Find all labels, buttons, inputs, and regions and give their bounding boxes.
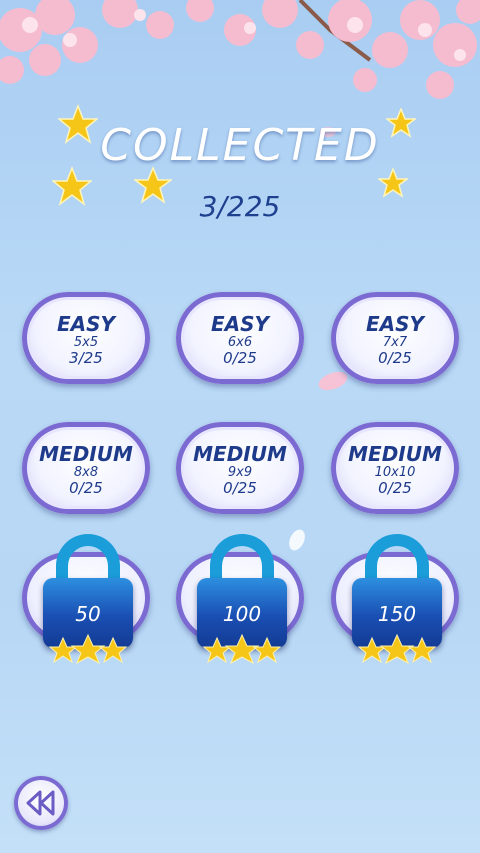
- level-progress: 0/25: [223, 479, 257, 497]
- back-button[interactable]: [14, 776, 68, 830]
- stars-collected-count: 3/225: [199, 190, 281, 223]
- level-grid-size: 5x5: [73, 335, 99, 350]
- back-arrow-icon: [26, 790, 55, 816]
- level-difficulty: EASY: [56, 312, 116, 336]
- level-difficulty: MEDIUM: [348, 442, 442, 466]
- three-stars-icon: [202, 634, 282, 664]
- level-easy-7x7-button[interactable]: EASY 7x7 0/25: [331, 292, 459, 384]
- cherry-blossom-decoration: [0, 0, 480, 99]
- level-easy-6x6-button[interactable]: EASY 6x6 0/25: [176, 292, 304, 384]
- level-grid-size: 9x9: [227, 465, 253, 480]
- three-stars-icon: [48, 634, 128, 664]
- petal-decoration: [289, 529, 305, 551]
- level-difficulty: MEDIUM: [39, 442, 133, 466]
- level-progress: 0/25: [69, 479, 103, 497]
- level-medium-10x10-button[interactable]: MEDIUM 10x10 0/25: [331, 422, 459, 514]
- level-easy-5x5-button[interactable]: EASY 5x5 3/25: [22, 292, 150, 384]
- level-difficulty: MEDIUM: [193, 442, 287, 466]
- level-progress: 0/25: [223, 349, 257, 367]
- level-grid-size: 7x7: [382, 335, 408, 350]
- level-grid-size: 6x6: [227, 335, 253, 350]
- level-grid-size: 10x10: [374, 465, 416, 480]
- padlock-icon: 50: [43, 534, 133, 664]
- level-difficulty: EASY: [210, 312, 270, 336]
- required-stars-label: 150: [377, 602, 417, 626]
- three-stars-icon: [357, 634, 437, 664]
- padlock-icon: 150: [352, 534, 442, 664]
- level-medium-8x8-button[interactable]: MEDIUM 8x8 0/25: [22, 422, 150, 514]
- required-stars-label: 100: [222, 602, 262, 626]
- level-progress: 3/25: [69, 349, 103, 367]
- level-difficulty: EASY: [365, 312, 425, 336]
- level-progress: 0/25: [378, 349, 412, 367]
- collected-title: COLLECTED: [100, 120, 380, 171]
- level-medium-9x9-button[interactable]: MEDIUM 9x9 0/25: [176, 422, 304, 514]
- level-grid-size: 8x8: [73, 465, 99, 480]
- petal-decoration: [318, 371, 348, 391]
- level-progress: 0/25: [378, 479, 412, 497]
- required-stars-label: 50: [75, 602, 101, 626]
- padlock-icon: 100: [197, 534, 287, 664]
